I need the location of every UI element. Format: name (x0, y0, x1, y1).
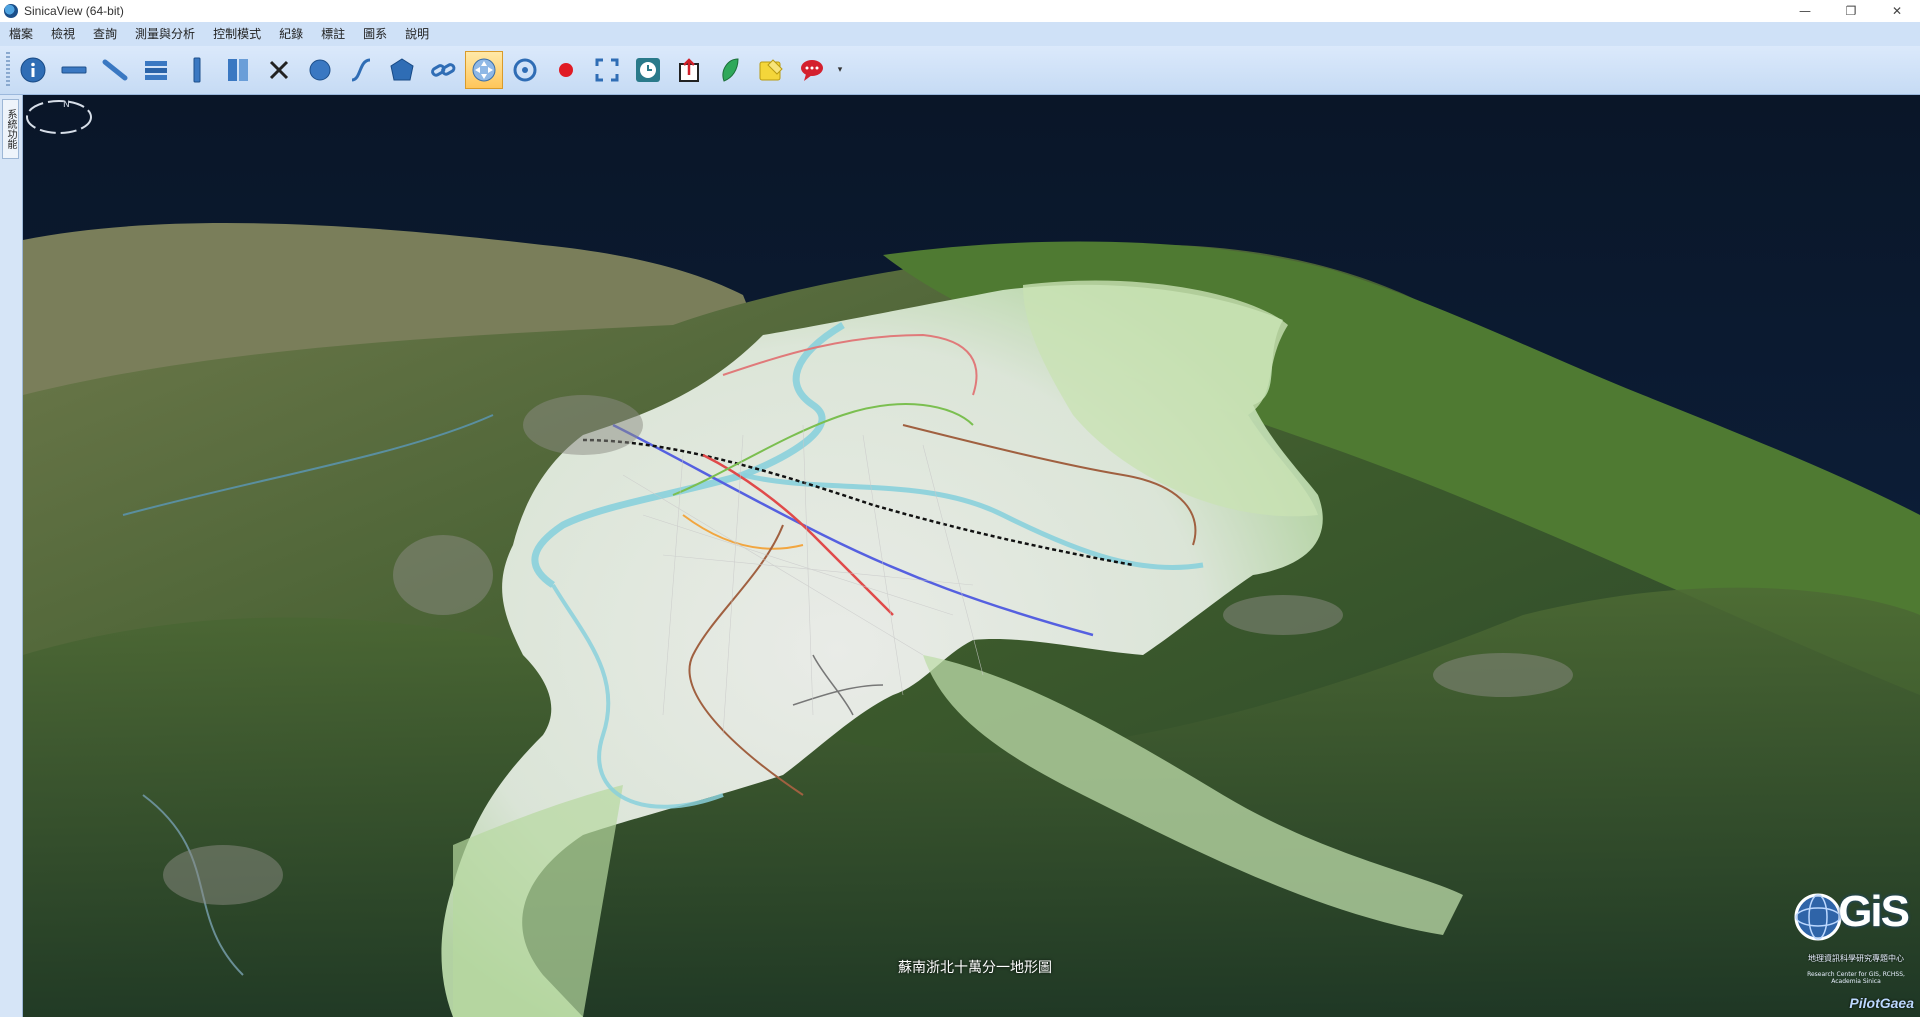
menu-record[interactable]: 紀錄 (270, 22, 312, 46)
horizontal-line-button[interactable] (55, 51, 93, 89)
menu-help[interactable]: 說明 (396, 22, 438, 46)
polygon-button[interactable] (383, 51, 421, 89)
link-button[interactable] (424, 51, 462, 89)
pilotgaea-logo: PilotGaea (1849, 995, 1914, 1011)
note-icon (759, 59, 783, 81)
circle-icon (309, 59, 331, 81)
leaf-button[interactable] (711, 51, 749, 89)
menu-query[interactable]: 查詢 (84, 22, 126, 46)
menu-control-mode[interactable]: 控制模式 (204, 22, 270, 46)
side-panel: 系統功能 (0, 95, 23, 1017)
rotate-icon (513, 58, 537, 82)
history-button[interactable] (629, 51, 667, 89)
map-viewport[interactable]: N 蘇南浙北十萬分一地形圖 GiS 地理資訊科學研究專題中心 Research … (23, 95, 1920, 1017)
toolbar: ▾ (0, 46, 1920, 95)
info-button[interactable] (14, 51, 52, 89)
note-button[interactable] (752, 51, 790, 89)
terrain-scene (23, 95, 1920, 1017)
curve-icon (351, 58, 371, 82)
side-panel-tab[interactable]: 系統功能 (2, 99, 19, 159)
vertical-line-icon (193, 57, 201, 83)
window-controls: — ❐ ✕ (1782, 0, 1920, 22)
fullscreen-button[interactable] (588, 51, 626, 89)
gis-logo: GiS 地理資訊科學研究專題中心 Research Center for GIS… (1792, 887, 1920, 1017)
gis-logo-text: GiS (1838, 887, 1910, 936)
fullscreen-icon (595, 58, 619, 82)
comment-button[interactable] (793, 51, 831, 89)
info-icon (20, 57, 46, 83)
toolbar-overflow-dropdown[interactable]: ▾ (834, 65, 846, 75)
window-title: SinicaView (64-bit) (24, 4, 124, 18)
restore-button[interactable]: ❐ (1828, 0, 1874, 22)
stack-button[interactable] (137, 51, 175, 89)
navigate-icon (472, 58, 496, 82)
gis-logo-caption: 地理資訊科學研究專題中心 (1808, 954, 1904, 963)
menu-file[interactable]: 檔案 (0, 22, 42, 46)
title-bar: SinicaView (64-bit) — ❐ ✕ (0, 0, 1920, 22)
stack-icon (145, 61, 167, 80)
link-icon (431, 63, 456, 77)
rotate-button[interactable] (506, 51, 544, 89)
record-icon (559, 63, 573, 77)
svg-text:N: N (63, 100, 70, 110)
columns-icon (228, 59, 248, 81)
vertical-line-button[interactable] (178, 51, 216, 89)
horizontal-line-icon (61, 66, 87, 74)
compass-icon[interactable]: N (23, 95, 95, 139)
record-button[interactable] (547, 51, 585, 89)
menu-view[interactable]: 檢視 (42, 22, 84, 46)
menu-bar: 檔案 檢視 查詢 測量與分析 控制模式 紀錄 標註 圖系 說明 (0, 22, 1920, 46)
map-layer-label: 蘇南浙北十萬分一地形圖 (898, 960, 1052, 976)
circle-button[interactable] (301, 51, 339, 89)
gis-logo-subcaption: Research Center for GIS, RCHSS, Academia… (1807, 971, 1905, 985)
diagonal-line-button[interactable] (96, 51, 134, 89)
menu-measure[interactable]: 測量與分析 (126, 22, 204, 46)
clear-button[interactable] (260, 51, 298, 89)
navigate-button[interactable] (465, 51, 503, 89)
comment-icon (801, 60, 823, 81)
close-icon (269, 60, 289, 80)
polygon-icon (390, 58, 414, 81)
history-icon (636, 58, 660, 82)
globe-logo-icon (1794, 893, 1842, 941)
close-button[interactable]: ✕ (1874, 0, 1920, 22)
columns-button[interactable] (219, 51, 257, 89)
diagonal-line-icon (102, 59, 128, 81)
minimize-button[interactable]: — (1782, 0, 1828, 22)
curve-button[interactable] (342, 51, 380, 89)
leaf-icon (722, 58, 739, 82)
export-icon (679, 58, 699, 82)
menu-map-series[interactable]: 圖系 (354, 22, 396, 46)
export-button[interactable] (670, 51, 708, 89)
toolbar-grip[interactable] (6, 52, 10, 88)
menu-annotate[interactable]: 標註 (312, 22, 354, 46)
app-icon (4, 4, 18, 18)
